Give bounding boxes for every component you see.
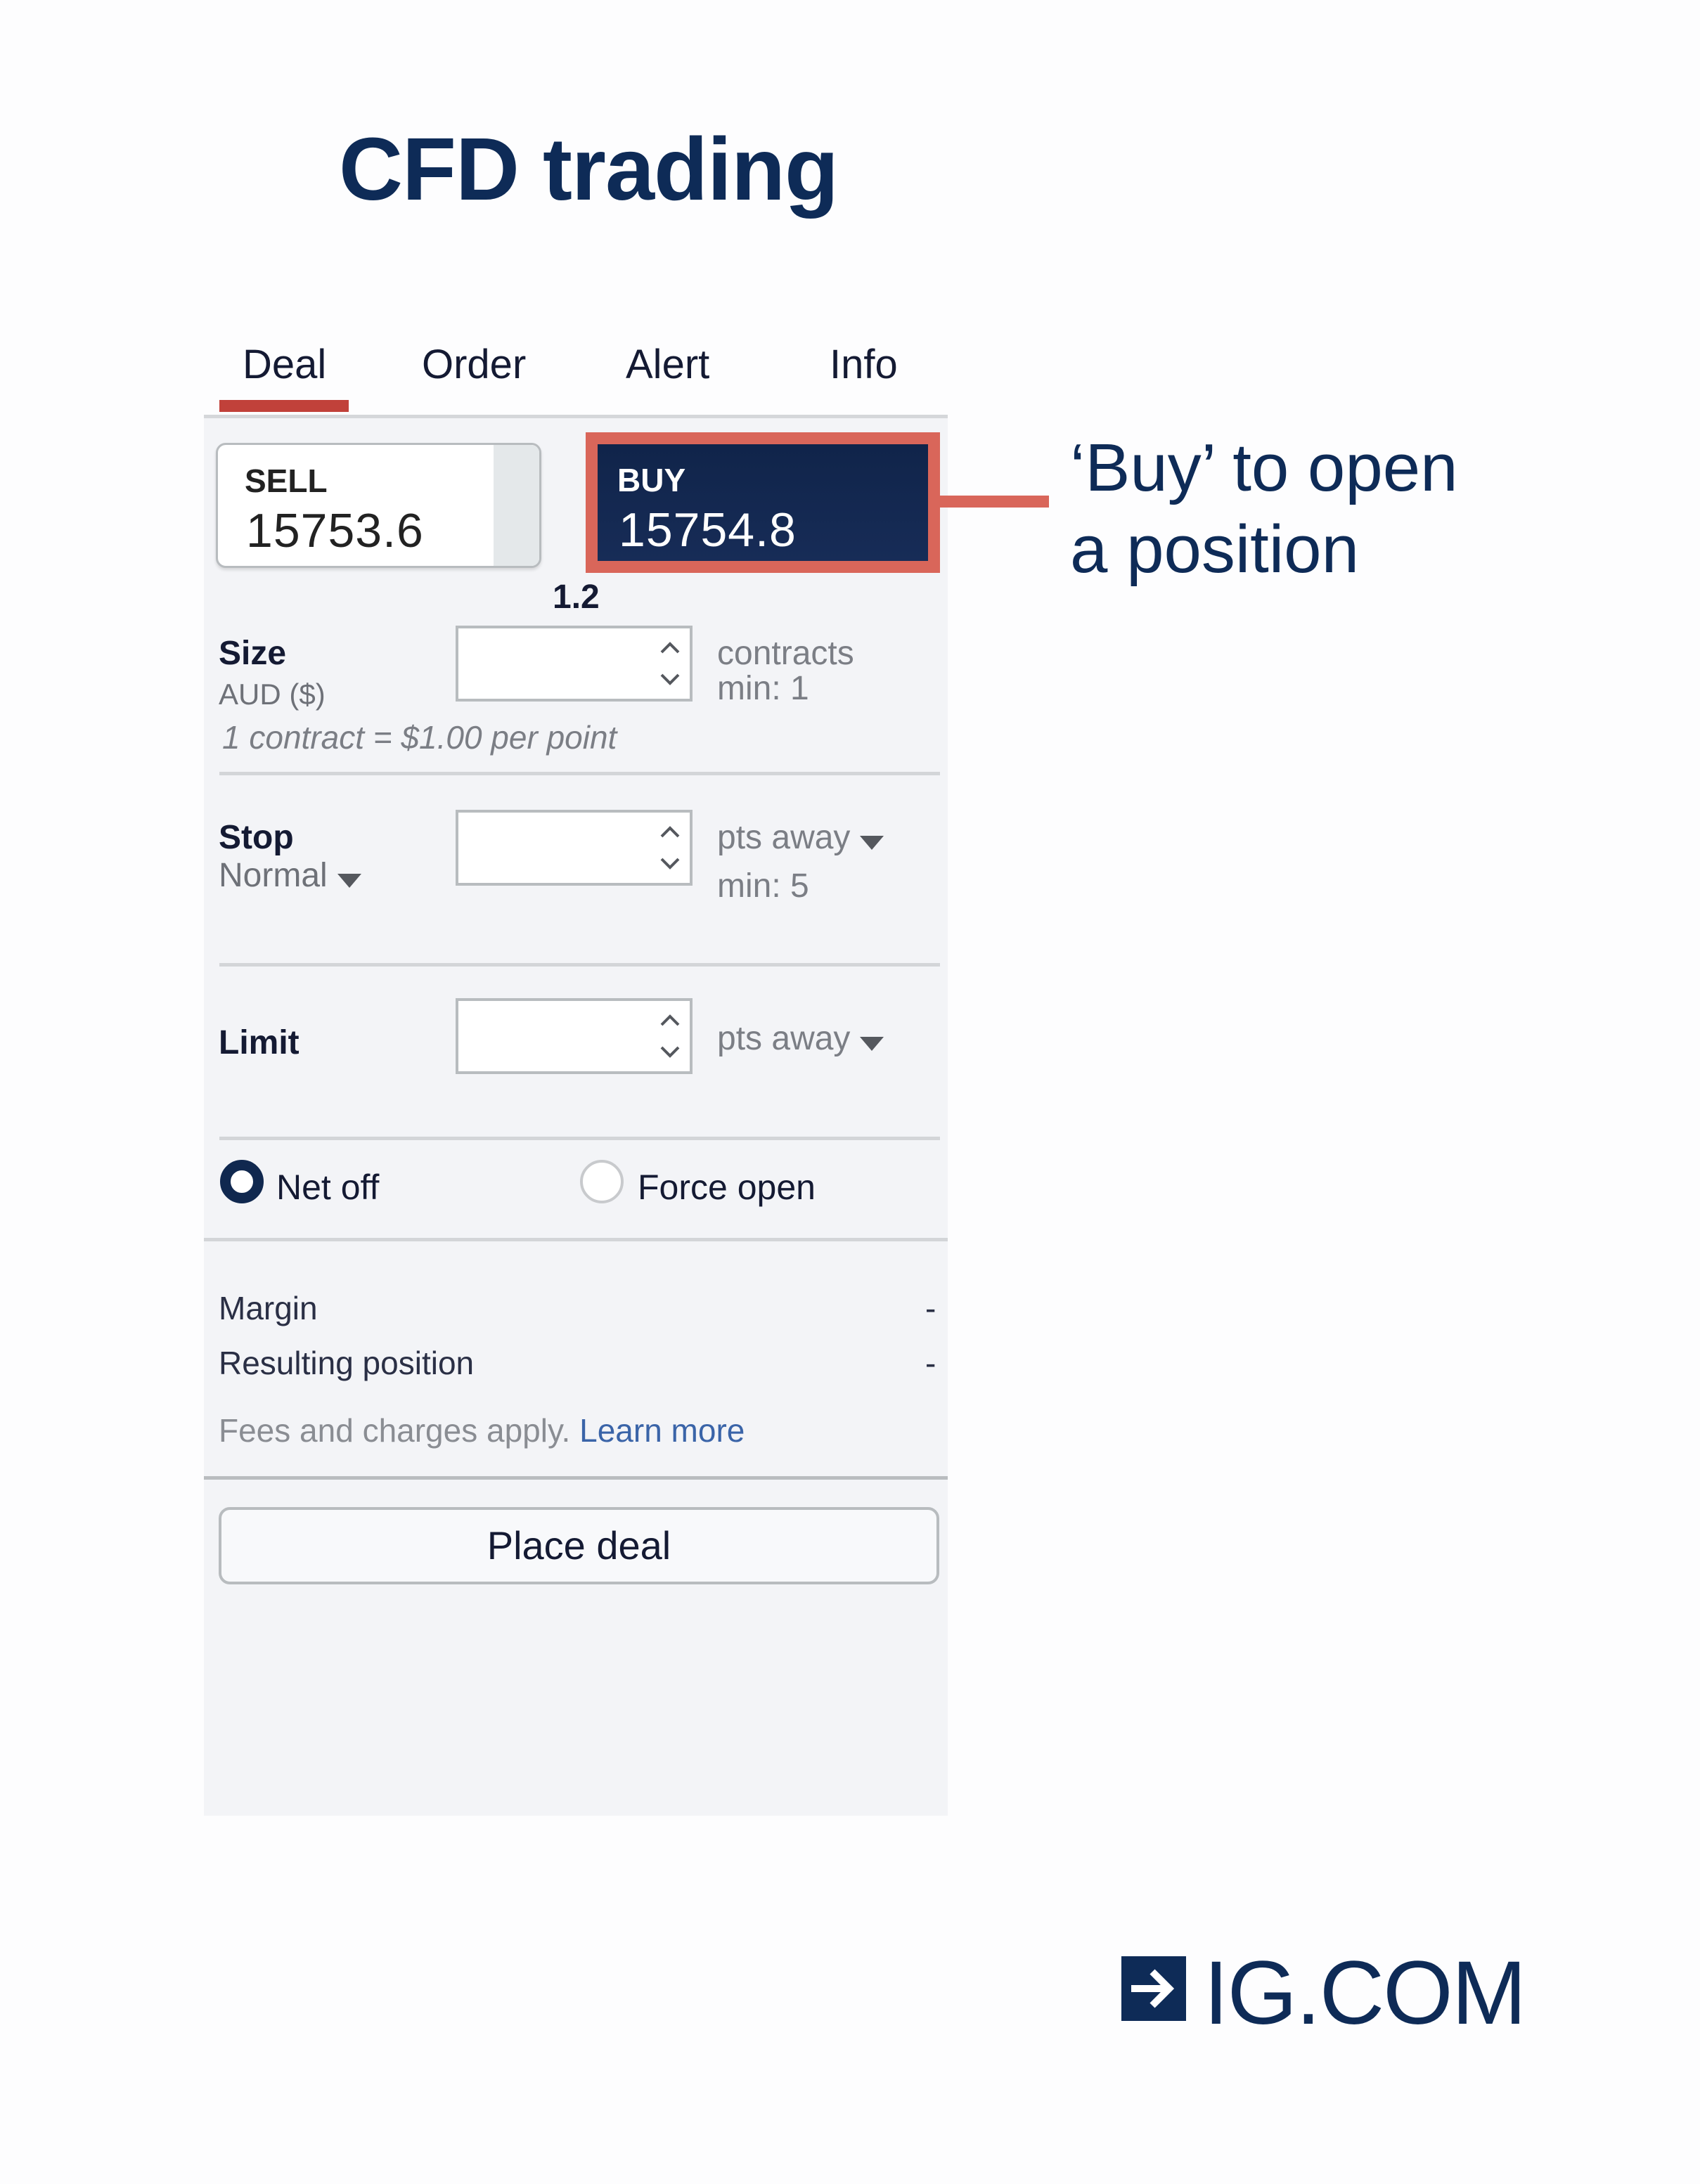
size-label: Size — [219, 635, 287, 672]
sell-button[interactable]: SELL 15753.6 — [216, 443, 541, 568]
buy-price: 15754.8 — [619, 503, 797, 557]
force-open-radio[interactable] — [580, 1160, 624, 1203]
stop-type-dropdown[interactable]: Normal — [219, 859, 361, 893]
margin-value: - — [925, 1290, 936, 1326]
learn-more-link[interactable]: Learn more — [579, 1412, 745, 1449]
caret-down-icon — [337, 873, 361, 888]
limit-unit: pts away — [717, 1020, 851, 1057]
annotation-line-1: ‘Buy’ to open — [1070, 430, 1458, 505]
tab-order[interactable]: Order — [422, 344, 526, 385]
stop-type-value: Normal — [219, 857, 328, 894]
chevron-down-icon[interactable] — [657, 669, 683, 690]
stop-label: Stop — [219, 819, 294, 856]
size-input-field[interactable] — [458, 628, 634, 699]
limit-label: Limit — [219, 1024, 300, 1061]
tab-deal[interactable]: Deal — [243, 344, 326, 385]
stop-unit-dropdown[interactable]: pts away — [717, 821, 884, 855]
sell-label: SELL — [245, 463, 328, 499]
chevron-up-icon[interactable] — [657, 637, 683, 658]
size-min: min: 1 — [717, 670, 809, 707]
divider — [219, 1137, 940, 1140]
chevron-down-icon[interactable] — [657, 1042, 683, 1063]
limit-unit-dropdown[interactable]: pts away — [717, 1022, 884, 1056]
page-title: CFD trading — [339, 119, 839, 219]
fees-text: Fees and charges apply. — [219, 1412, 580, 1449]
spread-value: 1.2 — [553, 579, 600, 616]
stop-unit: pts away — [717, 819, 851, 856]
fees-notice: Fees and charges apply. Learn more — [219, 1414, 745, 1447]
divider — [219, 963, 940, 967]
resulting-position-label: Resulting position — [219, 1345, 475, 1381]
buy-button[interactable]: BUY 15754.8 — [598, 444, 928, 561]
chevron-down-icon[interactable] — [657, 853, 683, 874]
arrow-right-icon — [1131, 1969, 1175, 2008]
force-open-label[interactable]: Force open — [638, 1170, 816, 1205]
annotation-line-2: a position — [1070, 512, 1359, 587]
divider — [204, 1238, 948, 1241]
limit-input[interactable] — [456, 998, 693, 1074]
limit-input-field[interactable] — [458, 1001, 634, 1071]
stop-input[interactable] — [456, 810, 693, 886]
resulting-position-value: - — [925, 1345, 936, 1381]
chevron-up-icon[interactable] — [657, 821, 683, 842]
tab-alert[interactable]: Alert — [626, 344, 709, 385]
sell-price: 15753.6 — [246, 504, 424, 557]
deal-ticket-panel — [204, 415, 948, 1816]
logo-mark — [1121, 1956, 1186, 2021]
chevron-up-icon[interactable] — [657, 1009, 683, 1030]
divider — [219, 772, 940, 775]
sell-button-strip — [494, 445, 539, 566]
place-deal-button[interactable]: Place deal — [219, 1507, 939, 1584]
net-off-label[interactable]: Net off — [276, 1170, 379, 1205]
active-tab-indicator — [219, 400, 349, 412]
caret-down-icon — [860, 835, 884, 850]
tab-info[interactable]: Info — [830, 344, 898, 385]
net-off-radio[interactable] — [220, 1160, 264, 1203]
size-currency: AUD ($) — [219, 678, 326, 711]
buy-label: BUY — [617, 462, 686, 498]
size-unit: contracts — [717, 635, 854, 672]
stop-input-field[interactable] — [458, 813, 634, 883]
margin-label: Margin — [219, 1290, 318, 1326]
annotation-callout: ‘Buy’ to open a position — [1070, 427, 1457, 590]
divider — [204, 1476, 948, 1480]
contract-note: 1 contract = $1.00 per point — [222, 719, 617, 756]
annotation-connector-line — [940, 496, 1049, 508]
caret-down-icon — [860, 1036, 884, 1051]
stop-min: min: 5 — [717, 867, 809, 905]
size-input[interactable] — [456, 626, 693, 702]
logo-text: IG.COM — [1204, 1943, 1526, 2043]
